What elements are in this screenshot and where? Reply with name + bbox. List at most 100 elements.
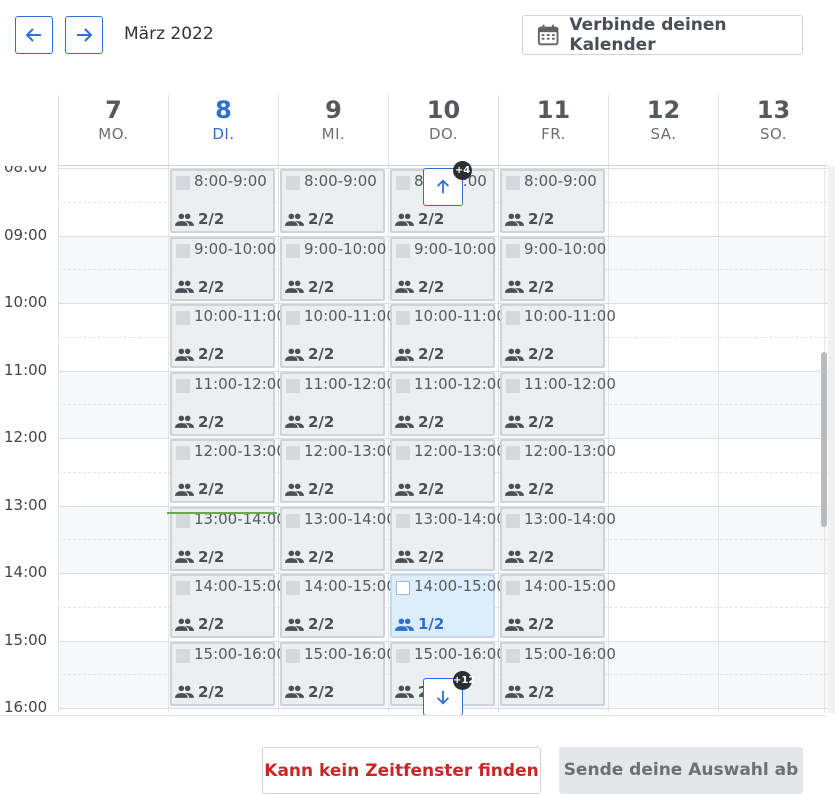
- time-slot[interactable]: 11:00-12:00 2/2: [280, 371, 396, 436]
- slot-checkbox[interactable]: [286, 513, 300, 528]
- day-number: 11: [536, 96, 571, 124]
- people-icon: [395, 280, 414, 293]
- slot-checkbox[interactable]: [286, 648, 300, 663]
- slot-capacity-value: 2/2: [528, 682, 555, 701]
- time-slot[interactable]: 13:00-14:00 2/2: [500, 506, 616, 571]
- slot-checkbox[interactable]: [396, 446, 410, 460]
- time-slot[interactable]: 8:00-9:00 2/2: [170, 169, 275, 233]
- slot-capacity: 2/2: [285, 683, 334, 701]
- time-slot[interactable]: 9:00-10:00 2/2: [500, 236, 606, 301]
- time-slot[interactable]: 9:00-10:00 2/2: [170, 236, 276, 301]
- slot-checkbox[interactable]: [396, 378, 410, 393]
- slot-checkbox[interactable]: [286, 581, 300, 595]
- slot-time: 9:00-10:00: [414, 239, 497, 258]
- slot-checkbox[interactable]: [506, 243, 520, 258]
- connect-calendar-button[interactable]: Verbinde deinen Kalender: [522, 15, 803, 55]
- slot-checkbox[interactable]: [506, 513, 520, 528]
- time-slot[interactable]: 13:00-14:00 2/2: [280, 506, 396, 571]
- time-slot[interactable]: 15:00-16:00 2/2: [170, 641, 286, 706]
- slot-checkbox[interactable]: [396, 176, 410, 190]
- time-label: 12:00: [4, 428, 48, 446]
- slot-capacity-value: 2/2: [418, 277, 445, 296]
- people-icon: [505, 415, 524, 428]
- day-column-divider: [58, 166, 59, 713]
- slot-checkbox[interactable]: [286, 378, 300, 393]
- slot-checkbox[interactable]: [176, 176, 190, 190]
- next-month-button[interactable]: [65, 16, 103, 54]
- slot-time: 9:00-10:00: [304, 239, 387, 258]
- slot-capacity-value: 2/2: [198, 682, 225, 701]
- slot-capacity-value: 2/2: [308, 277, 335, 296]
- slot-checkbox[interactable]: [396, 513, 410, 528]
- slot-checkbox[interactable]: [506, 446, 520, 460]
- slot-capacity-value: 2/2: [308, 480, 335, 498]
- time-slot[interactable]: 15:00-16:00 2/2: [500, 641, 616, 706]
- connect-calendar-label: Verbinde deinen Kalender: [569, 15, 727, 55]
- time-slot[interactable]: 10:00-11:00 2/2: [170, 304, 286, 368]
- time-slot[interactable]: 14:00-15:00 2/2: [170, 574, 286, 638]
- slot-capacity: 1/2: [395, 615, 444, 633]
- time-slot[interactable]: 11:00-12:00 2/2: [500, 371, 616, 436]
- slot-checkbox[interactable]: [286, 446, 300, 460]
- slot-checkbox[interactable]: [396, 581, 410, 595]
- time-slot[interactable]: 9:00-10:00 2/2: [390, 236, 497, 301]
- slot-checkbox[interactable]: [286, 311, 300, 325]
- slot-checkbox[interactable]: [506, 581, 520, 595]
- slot-time: 10:00-11:00: [304, 307, 396, 325]
- slot-checkbox[interactable]: [176, 581, 190, 595]
- time-slot[interactable]: 10:00-11:00 2/2: [500, 304, 616, 368]
- time-slot[interactable]: 14:00-15:00 2/2: [500, 574, 616, 638]
- people-icon: [285, 685, 304, 698]
- time-slot[interactable]: 13:00-14:00 2/2: [390, 506, 506, 571]
- time-slot[interactable]: 9:00-10:00 2/2: [280, 236, 387, 301]
- time-slot[interactable]: 14:00-15:00 2/2: [280, 574, 396, 638]
- slot-time: 13:00-14:00: [304, 509, 396, 528]
- slot-capacity: 2/2: [175, 278, 224, 296]
- slot-checkbox[interactable]: [176, 513, 190, 528]
- slot-capacity: 2/2: [175, 683, 224, 701]
- time-slot[interactable]: 13:00-14:00 2/2: [170, 506, 286, 571]
- time-slot[interactable]: 10:00-11:00 2/2: [390, 304, 506, 368]
- slot-checkbox[interactable]: [176, 311, 190, 325]
- time-slot[interactable]: 8:00-9:00 2/2: [280, 169, 385, 233]
- slot-checkbox[interactable]: [506, 378, 520, 393]
- slot-checkbox[interactable]: [396, 311, 410, 325]
- time-slot[interactable]: 12:00-13:00 2/2: [170, 439, 286, 503]
- slot-checkbox[interactable]: [176, 243, 190, 258]
- people-icon: [285, 348, 304, 361]
- slot-checkbox[interactable]: [506, 648, 520, 663]
- time-slot[interactable]: 12:00-13:00 2/2: [390, 439, 506, 503]
- time-slot[interactable]: 8:00-9:00 2/2: [500, 169, 605, 233]
- slot-checkbox[interactable]: [396, 243, 410, 258]
- scrollbar-track[interactable]: [828, 166, 835, 713]
- time-slot[interactable]: 11:00-12:00 2/2: [170, 371, 286, 436]
- time-slot[interactable]: 11:00-12:00 2/2: [390, 371, 506, 436]
- slot-checkbox[interactable]: [176, 378, 190, 393]
- slot-time: 8:00-9:00: [524, 172, 597, 190]
- slot-checkbox[interactable]: [506, 311, 520, 325]
- slot-checkbox[interactable]: [286, 243, 300, 258]
- time-slot[interactable]: 12:00-13:00 2/2: [280, 439, 396, 503]
- day-header: 10 DO.: [388, 95, 498, 165]
- cant-find-slot-button[interactable]: Kann kein Zeitfenster finden: [262, 747, 541, 794]
- slot-checkbox[interactable]: [506, 176, 520, 190]
- slot-time: 15:00-16:00: [304, 644, 396, 663]
- time-slot[interactable]: 10:00-11:00 2/2: [280, 304, 396, 368]
- slot-checkbox[interactable]: [396, 648, 410, 663]
- slot-capacity-value: 2/2: [418, 210, 445, 228]
- slot-checkbox[interactable]: [286, 176, 300, 190]
- slot-checkbox[interactable]: [176, 446, 190, 460]
- people-icon: [175, 685, 194, 698]
- time-slot[interactable]: 15:00-16:00 2/2: [280, 641, 396, 706]
- scrollbar-thumb[interactable]: [821, 352, 827, 527]
- submit-selection-button[interactable]: Sende deine Auswahl ab: [559, 747, 803, 794]
- time-label: 16:00: [4, 698, 48, 713]
- previous-month-button[interactable]: [15, 16, 53, 54]
- slot-time: 15:00-16:00: [414, 644, 506, 663]
- people-icon: [175, 280, 194, 293]
- slot-capacity: 2/2: [505, 278, 554, 296]
- weekday-label: DO.: [428, 125, 459, 143]
- time-slot[interactable]: 12:00-13:00 2/2: [500, 439, 616, 503]
- slot-checkbox[interactable]: [176, 648, 190, 663]
- time-slot[interactable]: 14:00-15:00 1/2: [390, 574, 506, 638]
